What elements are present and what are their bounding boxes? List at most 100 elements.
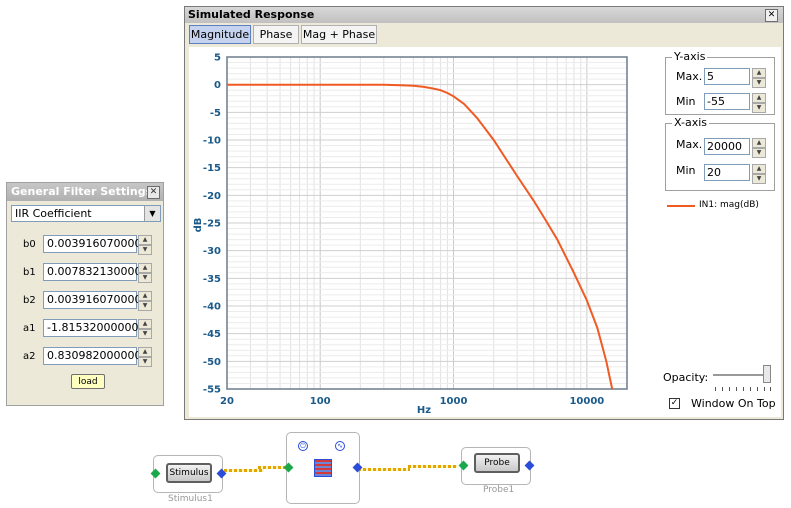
check-icon: ✓ bbox=[670, 398, 679, 408]
coef-input-b0[interactable]: 0.003916070000 bbox=[43, 235, 141, 253]
coef-row-a2: a2 0.830982000000 ▲ ▼ bbox=[7, 347, 165, 367]
spinner[interactable]: ▲ ▼ bbox=[752, 93, 766, 113]
legend-label: IN1: mag(dB) bbox=[699, 200, 759, 210]
y-tick-label: -50 bbox=[203, 357, 221, 368]
y-max-input[interactable]: 5 bbox=[704, 68, 750, 85]
spinner[interactable]: ▲ ▼ bbox=[138, 235, 152, 255]
wire-filter-probe-2 bbox=[408, 465, 458, 468]
input-port[interactable] bbox=[283, 462, 294, 473]
tab-mag-phase[interactable]: Mag + Phase bbox=[301, 25, 377, 44]
y-min-input[interactable]: -55 bbox=[704, 93, 750, 110]
y-tick-label: -20 bbox=[203, 191, 221, 202]
y-tick-label: -40 bbox=[203, 302, 221, 313]
spin-up-icon[interactable]: ▲ bbox=[138, 291, 152, 301]
x-axis-label: Hz bbox=[417, 405, 431, 416]
filter-icon bbox=[314, 459, 332, 477]
coef-label: a1 bbox=[23, 323, 36, 334]
stimulus-node[interactable]: Stimulus bbox=[150, 455, 227, 493]
output-port[interactable] bbox=[524, 460, 535, 471]
x-max-input[interactable]: 20000 bbox=[704, 138, 750, 155]
coef-row-a1: a1 -1.815320000000 ▲ ▼ bbox=[7, 319, 165, 339]
input-port[interactable] bbox=[150, 468, 161, 479]
load-button[interactable]: load bbox=[71, 374, 105, 389]
spin-up-icon[interactable]: ▲ bbox=[138, 347, 152, 357]
spin-down-icon[interactable]: ▼ bbox=[138, 273, 152, 283]
close-icon[interactable]: ✕ bbox=[765, 9, 778, 22]
spinner[interactable]: ▲ ▼ bbox=[138, 291, 152, 311]
coef-label: b2 bbox=[23, 295, 36, 306]
coef-label: a2 bbox=[23, 351, 36, 362]
wire-stimulus-filter bbox=[224, 469, 264, 472]
y-tick-label: -45 bbox=[203, 329, 221, 340]
y-tick-label: -5 bbox=[210, 108, 221, 119]
spinner[interactable]: ▲ ▼ bbox=[138, 347, 152, 367]
window-on-top-checkbox[interactable]: ✓ bbox=[669, 398, 680, 409]
waveform-icon[interactable]: ∿ bbox=[335, 441, 345, 451]
group-title: Y-axis bbox=[672, 50, 708, 63]
group-title: X-axis bbox=[672, 116, 709, 129]
spinner[interactable]: ▲ ▼ bbox=[752, 164, 766, 184]
spin-down-icon[interactable]: ▼ bbox=[138, 245, 152, 255]
y-tick-label: 5 bbox=[214, 53, 221, 64]
spin-down-icon[interactable]: ▼ bbox=[752, 174, 766, 184]
tab-magnitude[interactable]: Magnitude bbox=[189, 25, 251, 44]
coef-input-a2[interactable]: 0.830982000000 bbox=[43, 347, 141, 365]
spin-up-icon[interactable]: ▲ bbox=[752, 93, 766, 103]
opacity-slider-thumb[interactable] bbox=[763, 365, 771, 383]
y-tick-label: -35 bbox=[203, 274, 221, 285]
spinner[interactable]: ▲ ▼ bbox=[752, 68, 766, 88]
spin-up-icon[interactable]: ▲ bbox=[138, 263, 152, 273]
legend-swatch bbox=[667, 205, 695, 207]
spin-up-icon[interactable]: ▲ bbox=[138, 319, 152, 329]
power-icon[interactable]: ⏻ bbox=[298, 441, 308, 451]
panel-title: General Filter Settings bbox=[7, 183, 163, 201]
spin-down-icon[interactable]: ▼ bbox=[138, 301, 152, 311]
coef-label: b0 bbox=[23, 239, 36, 250]
opacity-label: Opacity: bbox=[663, 371, 709, 384]
spin-down-icon[interactable]: ▼ bbox=[752, 103, 766, 113]
max-label: Max. bbox=[676, 138, 703, 151]
y-axis-group: Y-axis Max. 5 ▲ ▼ Min -55 ▲ ▼ bbox=[665, 50, 775, 115]
x-tick-label: 10000 bbox=[569, 396, 604, 407]
spinner[interactable]: ▲ ▼ bbox=[138, 263, 152, 283]
x-tick-label: 100 bbox=[310, 396, 331, 407]
filter-type-select[interactable]: IIR Coefficient ▼ bbox=[11, 205, 161, 222]
spin-up-icon[interactable]: ▲ bbox=[138, 235, 152, 245]
spin-down-icon[interactable]: ▼ bbox=[752, 78, 766, 88]
spin-up-icon[interactable]: ▲ bbox=[752, 68, 766, 78]
coef-input-b1[interactable]: 0.007832130000 bbox=[43, 263, 141, 281]
max-label: Max. bbox=[676, 70, 703, 83]
x-tick-label: 20 bbox=[220, 396, 234, 407]
general-filter-settings-panel: General Filter Settings ✕ IIR Coefficien… bbox=[6, 182, 164, 406]
chevron-down-icon[interactable]: ▼ bbox=[144, 206, 160, 221]
filter-node[interactable]: ⏻ ∿ bbox=[283, 432, 363, 504]
min-label: Min bbox=[676, 95, 696, 108]
probe-button[interactable]: Probe bbox=[474, 453, 520, 473]
coef-input-b2[interactable]: 0.003916070000 bbox=[43, 291, 141, 309]
y-tick-label: 0 bbox=[214, 80, 221, 91]
spin-down-icon[interactable]: ▼ bbox=[138, 357, 152, 367]
stimulus-name: Stimulus1 bbox=[168, 494, 213, 504]
stimulus-button[interactable]: Stimulus bbox=[166, 463, 212, 483]
spinner[interactable]: ▲ ▼ bbox=[752, 138, 766, 158]
spin-up-icon[interactable]: ▲ bbox=[752, 138, 766, 148]
close-icon[interactable]: ✕ bbox=[147, 186, 160, 199]
coef-input-a1[interactable]: -1.815320000000 bbox=[43, 319, 145, 337]
y-tick-label: -30 bbox=[203, 246, 221, 257]
spin-up-icon[interactable]: ▲ bbox=[752, 164, 766, 174]
tab-phase[interactable]: Phase bbox=[253, 25, 299, 44]
wire-filter-probe bbox=[358, 468, 410, 471]
probe-node[interactable]: Probe bbox=[458, 447, 535, 485]
filter-type-value: IIR Coefficient bbox=[15, 207, 92, 220]
x-min-input[interactable]: 20 bbox=[704, 164, 750, 181]
opacity-ticks bbox=[715, 387, 771, 391]
coef-label: b1 bbox=[23, 267, 36, 278]
coef-row-b1: b1 0.007832130000 ▲ ▼ bbox=[7, 263, 165, 283]
spinner[interactable]: ▲ ▼ bbox=[138, 319, 152, 339]
window-on-top-label: Window On Top bbox=[691, 397, 776, 410]
spin-down-icon[interactable]: ▼ bbox=[138, 329, 152, 339]
input-port[interactable] bbox=[458, 460, 469, 471]
side-controls: Y-axis Max. 5 ▲ ▼ Min -55 ▲ ▼ X-axis Max. … bbox=[661, 47, 781, 417]
magnitude-plot: 5 0 -5 -10 -15 -20 -25 -30 -35 -40 -45 -50 -55 20 100… bbox=[189, 47, 661, 417]
spin-down-icon[interactable]: ▼ bbox=[752, 148, 766, 158]
